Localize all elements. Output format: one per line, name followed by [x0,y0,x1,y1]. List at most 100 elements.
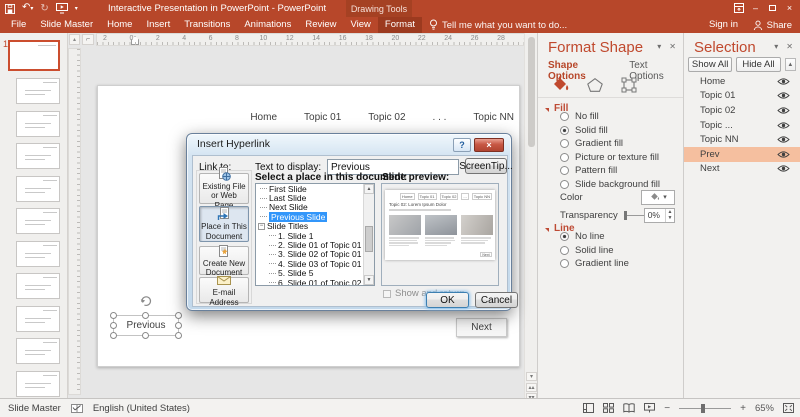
tab-insert[interactable]: Insert [139,17,177,33]
line-option-gradient-line[interactable]: Gradient line [560,257,679,271]
transparency-slider[interactable] [624,211,644,220]
resize-handle[interactable] [175,312,182,319]
link-to-create-new-document[interactable]: Create New Document [199,246,249,275]
tree-item-1-slide-1[interactable]: 1. Slide 1 [256,231,374,240]
start-slideshow-icon[interactable] [56,3,68,14]
tab-animations[interactable]: Animations [237,17,298,33]
slide-sorter-view-icon[interactable] [603,403,614,413]
eye-visibility-icon[interactable] [777,150,790,159]
eye-visibility-icon[interactable] [777,121,790,130]
selection-item-topic[interactable]: Topic ... [684,118,800,133]
tree-item-last-slide[interactable]: Last Slide [256,193,374,202]
dialog-help-icon[interactable]: ? [453,138,471,152]
share-button[interactable]: Share [753,17,792,33]
scrollbar-thumb[interactable] [365,226,373,252]
zoom-slider-thumb[interactable] [701,404,705,413]
ok-button[interactable]: OK [426,292,469,308]
resize-handle[interactable] [110,312,117,319]
tab-selector-icon[interactable]: ⌐ [82,34,94,45]
undo-icon[interactable]: ↶▾ [22,3,33,14]
ribbon-display-options-icon[interactable] [730,0,747,15]
show-and-return-checkbox[interactable] [383,290,391,298]
scroll-down-icon[interactable]: ▼ [364,275,374,285]
tree-item-2-slide-01-of-topic-01[interactable]: 2. Slide 01 of Topic 01 [256,240,374,249]
layout-thumbnail[interactable] [16,208,60,234]
link-to-e-mail-address[interactable]: E-mail Address [199,277,249,303]
radio-button[interactable] [560,112,569,121]
zoom-slider[interactable] [679,404,731,413]
tab-format[interactable]: Format [378,17,422,33]
language-label[interactable]: English (United States) [93,403,190,414]
previous-shape[interactable]: Previous [113,315,179,336]
close-icon[interactable]: × [781,0,798,15]
bring-forward-icon[interactable]: ▲ [785,58,796,71]
effects-icon[interactable] [586,76,604,94]
next-shape-button[interactable]: Next [456,318,507,337]
selection-item-next[interactable]: Next [684,162,800,177]
zoom-in-icon[interactable]: + [740,403,746,414]
horizontal-ruler[interactable]: 2024681012141618202224262830 [96,33,527,46]
selection-item-home[interactable]: Home [684,74,800,89]
panel-close-icon[interactable]: ✕ [786,42,793,51]
fit-to-window-icon[interactable] [783,403,794,413]
scroll-down-icon[interactable]: ▾ [526,372,537,381]
resize-handle[interactable] [175,322,182,329]
hide-all-button[interactable]: Hide All [736,57,780,72]
eye-visibility-icon[interactable] [777,164,790,173]
vertical-ruler[interactable] [68,48,81,395]
size-and-properties-icon[interactable] [620,76,638,94]
panel-options-icon[interactable]: ▾ [657,42,661,51]
tree-item-3-slide-02-of-topic-01[interactable]: 3. Slide 02 of Topic 01 [256,250,374,259]
reading-view-icon[interactable] [623,403,635,413]
link-to-existing-file-or-web-page[interactable]: Existing File or Web Page [199,173,249,204]
save-icon[interactable] [5,4,15,14]
selection-item-topic-01[interactable]: Topic 01 [684,89,800,104]
fill-option-picture-or-texture-fill[interactable]: Picture or texture fill [560,151,679,165]
resize-handle[interactable] [110,332,117,339]
fill-and-line-icon[interactable] [550,76,570,94]
scroll-up-icon[interactable]: ▲ [364,184,374,194]
cancel-button[interactable]: Cancel [475,292,518,308]
transparency-value[interactable]: 0% ▲▼ [644,208,675,223]
radio-button[interactable] [560,166,569,175]
radio-button[interactable] [560,259,569,268]
sign-in-link[interactable]: Sign in [709,17,738,33]
resize-handle[interactable] [175,332,182,339]
eye-visibility-icon[interactable] [777,135,790,144]
tree-item-5-slide-5[interactable]: 5. Slide 5 [256,269,374,278]
proofing-icon[interactable] [71,403,83,414]
zoom-out-icon[interactable]: − [664,403,670,414]
normal-view-icon[interactable] [583,403,594,413]
fill-option-solid-fill[interactable]: Solid fill [560,124,679,138]
tab-home[interactable]: Home [100,17,139,33]
tree-expander-icon[interactable]: − [258,223,265,230]
radio-button[interactable] [560,232,569,241]
link-to-place-in-this-document[interactable]: Place in This Document [199,206,249,242]
panel-options-icon[interactable]: ▾ [774,42,778,51]
resize-handle[interactable] [142,332,149,339]
customize-qat-icon[interactable]: ▾ [75,4,78,14]
zoom-level-label[interactable]: 65% [755,403,774,414]
radio-button[interactable] [560,153,569,162]
radio-button[interactable] [560,180,569,189]
document-place-tree[interactable]: First SlideLast SlideNext SlidePrevious … [255,183,375,286]
show-all-button[interactable]: Show All [688,57,732,72]
tell-me-box[interactable]: Tell me what you want to do... [429,17,567,33]
slide-show-icon[interactable] [644,403,655,413]
master-slide-thumbnail[interactable] [8,40,60,71]
radio-button[interactable] [560,126,569,135]
layout-thumbnail[interactable] [16,241,60,267]
line-option-solid-line[interactable]: Solid line [560,244,679,258]
layout-thumbnail[interactable] [16,306,60,332]
maximize-icon[interactable] [764,0,781,15]
color-dropdown[interactable]: ▾ [641,190,675,205]
tab-transitions[interactable]: Transitions [177,17,237,33]
radio-button[interactable] [560,246,569,255]
selection-item-topic-nn[interactable]: Topic NN [684,132,800,147]
canvas-vertical-scrollbar[interactable]: ▾ ▴▴ ▾▾ [524,33,537,398]
fill-option-no-fill[interactable]: No fill [560,110,679,124]
fill-option-pattern-fill[interactable]: Pattern fill [560,164,679,178]
spin-down-icon[interactable]: ▼ [666,215,674,222]
selection-item-prev[interactable]: Prev [684,147,800,162]
tab-view[interactable]: View [344,17,378,33]
